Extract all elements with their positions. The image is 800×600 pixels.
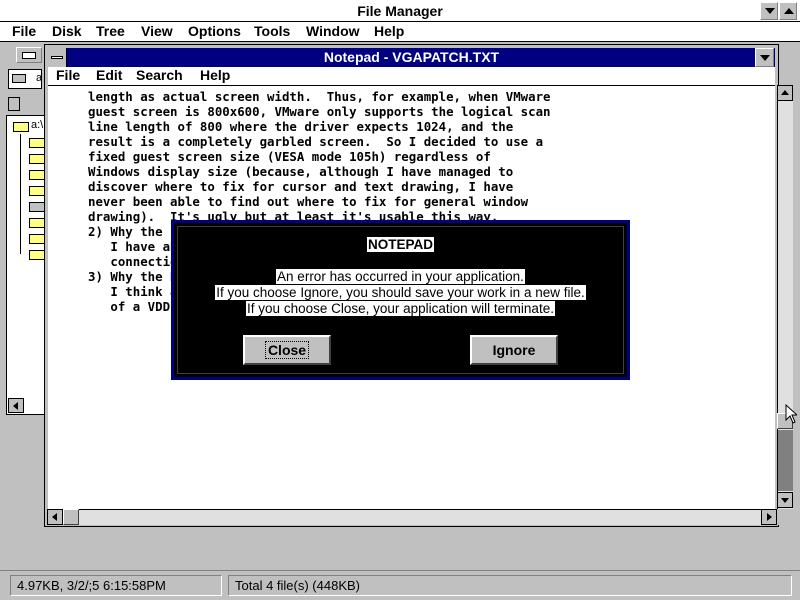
notepad-horizontal-scrollbar[interactable]: [47, 509, 777, 525]
horizontal-scroll-thumb[interactable]: [63, 509, 79, 525]
menu-disk[interactable]: Disk: [52, 23, 82, 39]
directory-tree[interactable]: a:\: [6, 115, 46, 415]
close-button[interactable]: Close: [242, 334, 332, 366]
drive-bar-button[interactable]: [16, 47, 42, 63]
dialog-title-text: NOTEPAD: [366, 237, 434, 252]
dialog-message-line-2: If you choose Ignore, you should save yo…: [174, 285, 627, 301]
folder-icon[interactable]: [29, 218, 45, 228]
notepad-vertical-scrollbar[interactable]: [777, 85, 793, 509]
maximize-button[interactable]: [779, 2, 797, 20]
menu-tools[interactable]: Tools: [254, 23, 290, 39]
ignore-button[interactable]: Ignore: [469, 334, 559, 366]
system-menu-icon: [51, 56, 63, 59]
text-line: length as actual screen width. Thus, for…: [88, 89, 551, 104]
right-arrow-icon: [767, 513, 772, 521]
file-manager-title: File Manager: [357, 3, 443, 19]
folder-icon[interactable]: [29, 250, 45, 260]
folder-icon[interactable]: [29, 186, 45, 196]
notepad-menu-search[interactable]: Search: [136, 67, 183, 83]
scrollbar-corner: [777, 509, 793, 525]
status-selection-info: 4.97KB, 3/2/;5 6:15:58PM: [10, 575, 222, 596]
menu-options[interactable]: Options: [188, 23, 241, 39]
file-manager-title-bar[interactable]: File Manager: [0, 0, 800, 22]
minimize-icon: [760, 55, 770, 61]
text-line: line length of 800 where the driver expe…: [88, 119, 514, 134]
left-arrow-icon: [13, 402, 18, 410]
folder-icon[interactable]: [29, 138, 45, 148]
up-arrow-icon: [781, 90, 789, 95]
folder-icon[interactable]: [29, 170, 45, 180]
folder-icon[interactable]: [29, 234, 45, 244]
scroll-up-button[interactable]: [777, 85, 793, 101]
status-bar: 4.97KB, 3/2/;5 6:15:58PM Total 4 file(s)…: [0, 570, 800, 600]
scroll-track-pressed[interactable]: [778, 430, 793, 491]
floppy-drive-icon: [12, 74, 26, 83]
menu-help[interactable]: Help: [374, 23, 404, 39]
text-line: discover where to fix for cursor and tex…: [88, 179, 514, 194]
dialog-message-line-1: An error has occurred in your applicatio…: [174, 269, 627, 285]
drive-letter: a: [36, 72, 43, 84]
menu-file[interactable]: File: [12, 23, 36, 39]
menu-tree[interactable]: Tree: [96, 23, 125, 39]
minimize-icon: [765, 8, 775, 14]
text-line: guest screen is 800x600, VMware only sup…: [88, 104, 551, 119]
scroll-down-button[interactable]: [777, 492, 793, 508]
text-line: result is a completely garbled screen. S…: [88, 134, 544, 149]
error-dialog: NOTEPAD An error has occurred in your ap…: [171, 220, 630, 380]
close-button-label: Close: [264, 341, 310, 359]
tree-scroll-left-button[interactable]: [8, 398, 24, 413]
notepad-menu-bar: File Edit Search Help: [48, 67, 775, 86]
menu-view[interactable]: View: [141, 23, 173, 39]
tree-connector: [20, 134, 21, 254]
open-folder-icon[interactable]: [29, 202, 45, 212]
notepad-menu-help[interactable]: Help: [200, 67, 230, 83]
text-line: fixed guest screen size (VESA mode 105h)…: [88, 149, 491, 164]
notepad-system-menu-button[interactable]: [48, 48, 67, 67]
dialog-message-line-3: If you choose Close, your application wi…: [174, 301, 627, 317]
text-line: Windows display size (because, although …: [88, 164, 514, 179]
drive-selector[interactable]: a: [8, 69, 42, 89]
notepad-minimize-button[interactable]: [755, 48, 774, 67]
scroll-right-button[interactable]: [761, 509, 777, 525]
folder-icon[interactable]: [29, 154, 45, 164]
notepad-title: Notepad - VGAPATCH.TXT: [323, 49, 500, 65]
left-arrow-icon: [52, 513, 57, 521]
ignore-button-label: Ignore: [492, 342, 536, 358]
dialog-line-3-text: If you choose Close, your application wi…: [246, 301, 555, 316]
tree-root-label: a:\: [31, 119, 44, 131]
text-line: never been able to find out where to fix…: [88, 194, 529, 209]
folder-icon: [13, 122, 29, 132]
scroll-left-button[interactable]: [47, 509, 63, 525]
menu-window[interactable]: Window: [306, 23, 360, 39]
drive-icon: [22, 52, 36, 59]
maximize-icon: [784, 8, 794, 14]
dialog-line-1-text: An error has occurred in your applicatio…: [276, 269, 525, 284]
tree-pane-scroll-up[interactable]: [8, 97, 20, 111]
notepad-menu-file[interactable]: File: [56, 67, 80, 83]
dialog-title: NOTEPAD: [174, 237, 627, 253]
dialog-line-2-text: If you choose Ignore, you should save yo…: [215, 285, 586, 300]
down-arrow-icon: [781, 498, 789, 503]
status-total-files: Total 4 file(s) (448KB): [228, 575, 792, 596]
file-manager-menu-bar: File Disk Tree View Options Tools Window…: [0, 22, 800, 42]
notepad-title-bar[interactable]: Notepad - VGAPATCH.TXT: [48, 48, 775, 67]
minimize-button[interactable]: [760, 2, 778, 20]
notepad-menu-edit[interactable]: Edit: [96, 67, 122, 83]
mouse-cursor-icon: [785, 404, 797, 424]
